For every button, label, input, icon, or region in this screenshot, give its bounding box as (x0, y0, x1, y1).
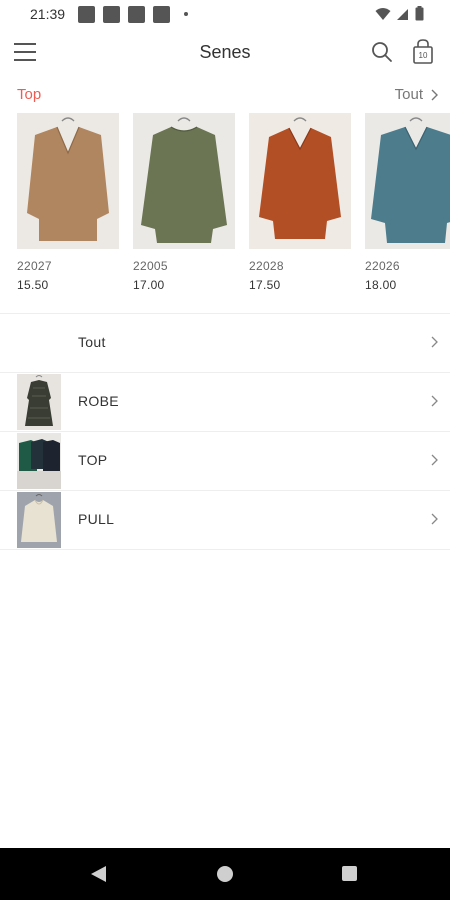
chevron-right-icon (431, 395, 438, 407)
chevron-right-icon (431, 454, 438, 466)
menu-icon (14, 43, 36, 45)
product-reference: 22027 (17, 259, 52, 273)
see-all-label: Tout (394, 86, 423, 103)
cart-count-badge: 10 (418, 51, 428, 60)
product-card[interactable]: 22027 15.50 (17, 113, 119, 293)
product-image (365, 113, 450, 249)
product-reference: 22005 (133, 259, 168, 273)
notification-icon (78, 5, 95, 23)
category-label: Tout (78, 334, 106, 350)
cart-button[interactable]: 10 (410, 38, 436, 66)
chevron-right-icon (431, 89, 438, 100)
notification-icon (103, 5, 120, 23)
product-reference: 22028 (249, 259, 284, 273)
product-price: 17.50 (249, 278, 281, 292)
status-time: 21:39 (30, 6, 66, 22)
chevron-right-icon (431, 513, 438, 525)
more-notifications-icon (184, 12, 188, 16)
signal-icon (397, 8, 408, 20)
category-label: TOP (78, 452, 108, 468)
chevron-right-icon (431, 336, 438, 348)
category-image (17, 374, 61, 430)
notification-icon (128, 5, 145, 23)
category-image (17, 433, 61, 489)
status-bar: 21:39 (0, 0, 450, 28)
product-card[interactable]: 22026 18.00 (365, 113, 450, 293)
recents-icon[interactable] (342, 866, 357, 881)
product-image (133, 113, 235, 249)
category-row-pull[interactable]: PULL (0, 491, 450, 550)
category-row-top[interactable]: TOP (0, 432, 450, 491)
product-card[interactable]: 22028 17.50 (249, 113, 351, 293)
notification-icon (153, 5, 170, 23)
see-all-link[interactable]: Tout (395, 86, 438, 103)
top-section: Top Tout 22027 15.50 22005 17.00 22028 1… (0, 76, 450, 312)
category-list: Tout ROBE TOP PULL (0, 314, 450, 550)
category-row-all[interactable]: Tout (0, 314, 450, 373)
product-price: 18.00 (365, 278, 397, 292)
product-carousel[interactable]: 22027 15.50 22005 17.00 22028 17.50 2202… (17, 113, 450, 293)
app-title: Senes (199, 41, 251, 62)
product-card[interactable]: 22005 17.00 (133, 113, 235, 293)
product-price: 15.50 (17, 278, 49, 292)
wifi-icon (375, 7, 391, 20)
menu-button[interactable] (14, 40, 40, 64)
section-header: Top Tout (0, 76, 450, 112)
product-reference: 22026 (365, 259, 400, 273)
product-price: 17.00 (133, 278, 165, 292)
home-icon[interactable] (217, 866, 233, 882)
section-title: Top (17, 86, 42, 103)
product-image (249, 113, 351, 249)
search-icon[interactable] (370, 40, 394, 64)
category-image (17, 492, 61, 548)
back-icon[interactable] (90, 865, 107, 883)
product-image (17, 113, 119, 249)
navigation-bar (0, 848, 450, 900)
category-row-robe[interactable]: ROBE (0, 373, 450, 432)
battery-icon (415, 6, 424, 21)
app-bar: Senes 10 (0, 28, 450, 76)
category-label: ROBE (78, 393, 119, 409)
category-label: PULL (78, 511, 115, 527)
